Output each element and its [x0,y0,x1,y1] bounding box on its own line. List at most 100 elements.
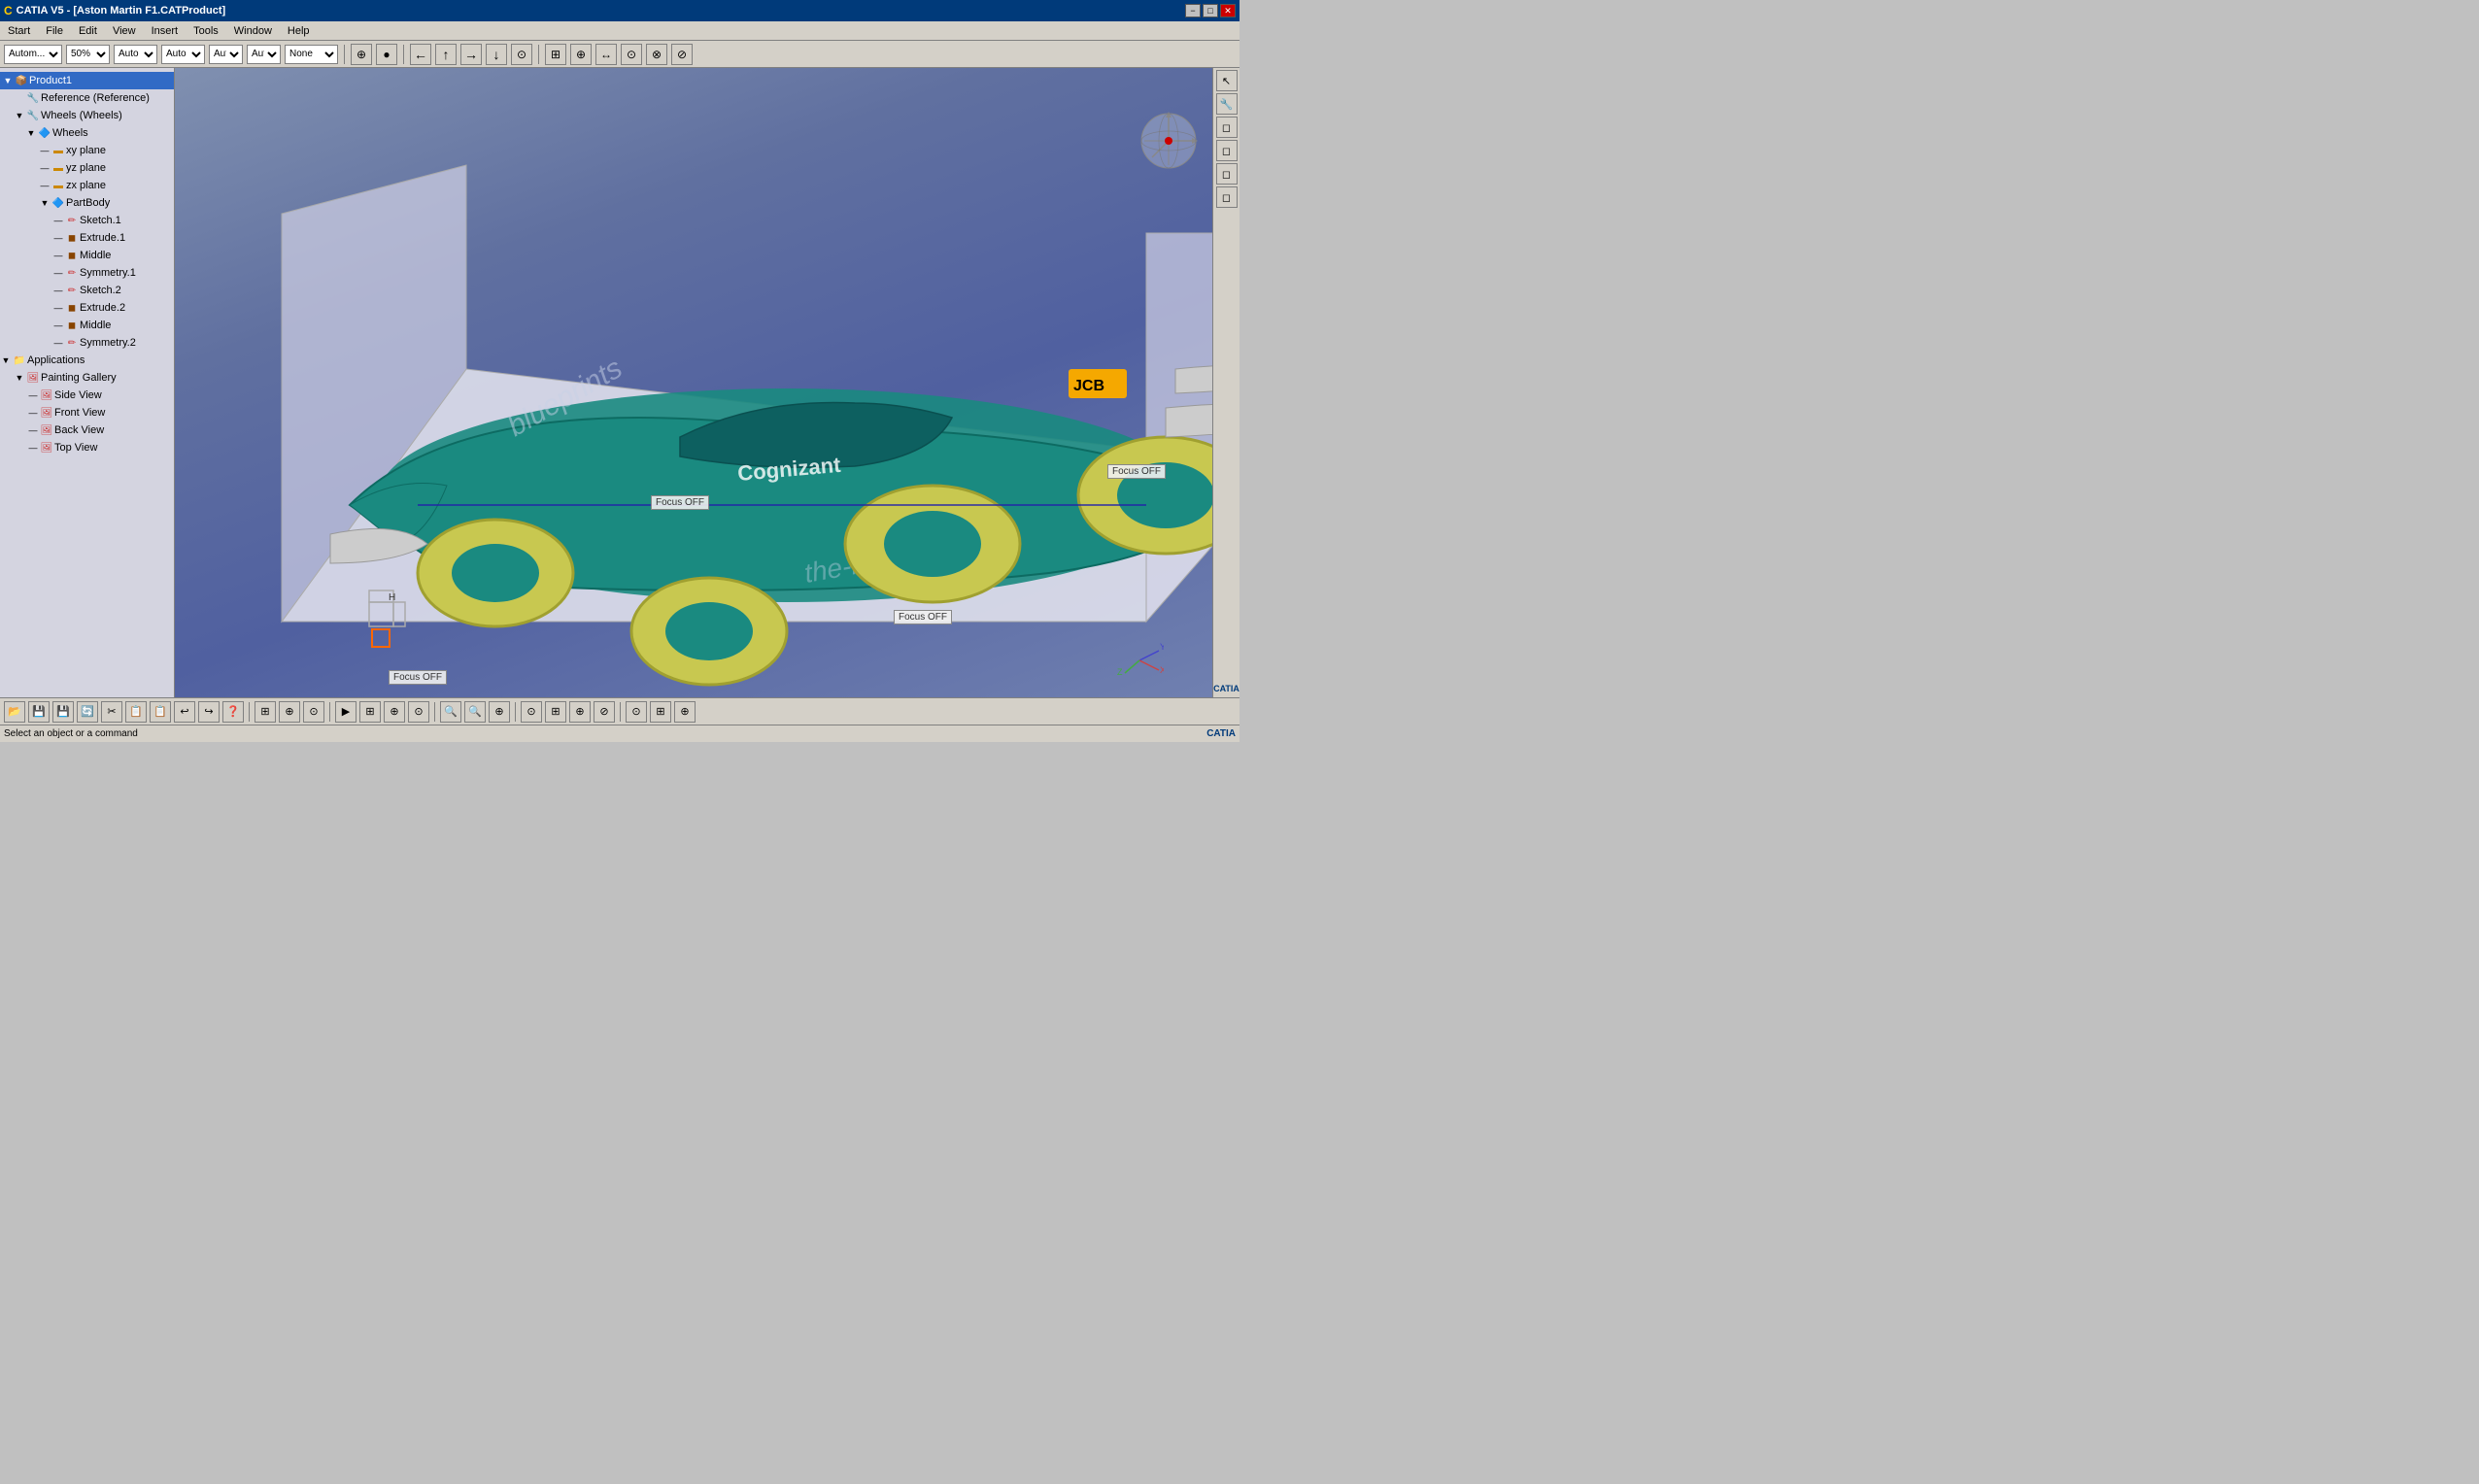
btn-refresh[interactable]: 🔄 [77,701,98,723]
btn-zoom-in[interactable]: 🔍 [440,701,461,723]
view-btn1[interactable]: ⊕ [351,44,372,65]
close-button[interactable]: ✕ [1220,4,1236,17]
btn-paste[interactable]: 📋 [150,701,171,723]
label-extrude2: Extrude.2 [80,302,125,314]
btn-analyze[interactable]: ⊞ [650,701,671,723]
minimize-button[interactable]: − [1185,4,1201,17]
expand-product1[interactable]: ▼ [2,76,14,85]
tree-item-front-view[interactable]: — 🖼 Front View [0,404,174,422]
tree-item-side-view[interactable]: — 🖼 Side View [0,387,174,404]
3d-viewport[interactable]: Cognizant JCB blueprints the-blueprint [175,68,1212,697]
mode-select[interactable]: Autom... [4,45,62,64]
expand-middle2: — [52,320,64,330]
view-btn2[interactable]: ● [376,44,397,65]
expand-wheels[interactable]: ▼ [25,128,37,138]
tree-item-xy-plane[interactable]: — ▬ xy plane [0,142,174,159]
btn-undo[interactable]: ↩ [174,701,195,723]
tree-item-product1[interactable]: ▼ 📦 Product1 [0,72,174,89]
svg-text:Z: Z [1117,667,1123,675]
label-sketch2: Sketch.2 [80,285,121,296]
top-toolbar: Autom... 50% Auto Auto Aut Aut None ⊕ ● … [0,41,1240,68]
nav-btn5[interactable]: ⊙ [511,44,532,65]
tree-item-zx-plane[interactable]: — ▬ zx plane [0,177,174,194]
expand-wheels-top[interactable]: ▼ [14,111,25,120]
aut-select1[interactable]: Aut [209,45,243,64]
btn-fit[interactable]: ⊕ [489,701,510,723]
zoom-select[interactable]: 50% [66,45,110,64]
btn-copy[interactable]: 📋 [125,701,147,723]
btn-snap[interactable]: ⊕ [279,701,300,723]
tree-item-wheels-top[interactable]: ▼ 🔧 Wheels (Wheels) [0,107,174,124]
right-btn-tool2[interactable]: ◻ [1216,117,1238,138]
tree-item-back-view[interactable]: — 🖼 Back View [0,422,174,439]
nav-btn3[interactable]: → [460,44,482,65]
expand-painting[interactable]: ▼ [14,373,25,383]
btn-view1[interactable]: ▶ [335,701,357,723]
tree-item-wheels[interactable]: ▼ 🔷 Wheels [0,124,174,142]
btn-zoom-out[interactable]: 🔍 [464,701,486,723]
right-btn-tool5[interactable]: ◻ [1216,186,1238,208]
tree-item-extrude2[interactable]: — ◼ Extrude.2 [0,299,174,317]
btn-rotate[interactable]: ⊙ [303,701,324,723]
tool-btn5[interactable]: ⊗ [646,44,667,65]
btn-save2[interactable]: 💾 [52,701,74,723]
btn-view3[interactable]: ⊕ [384,701,405,723]
title-bar-controls[interactable]: − □ ✕ [1185,4,1236,17]
btn-redo[interactable]: ↪ [198,701,220,723]
tool-btn1[interactable]: ⊞ [545,44,566,65]
btn-measure[interactable]: ⊙ [626,701,647,723]
btn-rotate2[interactable]: ⊕ [569,701,591,723]
menu-window[interactable]: Window [226,23,280,39]
btn-view2[interactable]: ⊞ [359,701,381,723]
nav-btn2[interactable]: ↑ [435,44,457,65]
tree-item-applications[interactable]: ▼ 📁 Applications [0,352,174,369]
tree-item-symmetry2[interactable]: — ✏ Symmetry.2 [0,334,174,352]
btn-help[interactable]: ❓ [222,701,244,723]
right-btn-tool3[interactable]: ◻ [1216,140,1238,161]
menu-start[interactable]: Start [0,23,38,39]
btn-open[interactable]: 📂 [4,701,25,723]
menu-tools[interactable]: Tools [186,23,226,39]
tree-item-yz-plane[interactable]: — ▬ yz plane [0,159,174,177]
tree-item-extrude1[interactable]: — ◼ Extrude.1 [0,229,174,247]
tree-item-sketch1[interactable]: — ✏ Sketch.1 [0,212,174,229]
tree-item-reference[interactable]: 🔧 Reference (Reference) [0,89,174,107]
btn-grid[interactable]: ⊞ [255,701,276,723]
tree-item-sketch2[interactable]: — ✏ Sketch.2 [0,282,174,299]
grid-select[interactable]: Auto [161,45,205,64]
btn-save[interactable]: 💾 [28,701,50,723]
menu-file[interactable]: File [38,23,71,39]
maximize-button[interactable]: □ [1203,4,1218,17]
label-yz-plane: yz plane [66,162,106,174]
tree-item-painting-gallery[interactable]: ▼ 🖼 Painting Gallery [0,369,174,387]
tool-btn3[interactable]: ↔ [595,44,617,65]
snap-select[interactable]: Auto [114,45,157,64]
tree-item-partbody[interactable]: ▼ 🔷 PartBody [0,194,174,212]
right-btn-tool4[interactable]: ◻ [1216,163,1238,185]
expand-partbody[interactable]: ▼ [39,198,51,208]
tree-item-top-view[interactable]: — 🖼 Top View [0,439,174,456]
expand-applications[interactable]: ▼ [0,355,12,365]
tool-btn4[interactable]: ⊙ [621,44,642,65]
tree-item-middle2[interactable]: — ◼ Middle [0,317,174,334]
tool-btn6[interactable]: ⊘ [671,44,693,65]
tool-btn2[interactable]: ⊕ [570,44,592,65]
nav-btn4[interactable]: ↓ [486,44,507,65]
btn-cut[interactable]: ✂ [101,701,122,723]
tree-item-symmetry1[interactable]: — ✏ Symmetry.1 [0,264,174,282]
btn-scale[interactable]: ⊘ [594,701,615,723]
btn-select[interactable]: ⊙ [521,701,542,723]
btn-view4[interactable]: ⊙ [408,701,429,723]
aut-select2[interactable]: Aut [247,45,281,64]
menu-insert[interactable]: Insert [144,23,187,39]
btn-move[interactable]: ⊞ [545,701,566,723]
none-select[interactable]: None [285,45,338,64]
menu-edit[interactable]: Edit [71,23,105,39]
btn-render[interactable]: ⊕ [674,701,696,723]
menu-view[interactable]: View [105,23,144,39]
right-btn-arrow[interactable]: ↖ [1216,70,1238,91]
tree-item-middle1[interactable]: — ◼ Middle [0,247,174,264]
menu-help[interactable]: Help [280,23,318,39]
right-btn-tool1[interactable]: 🔧 [1216,93,1238,115]
nav-btn1[interactable]: ← [410,44,431,65]
